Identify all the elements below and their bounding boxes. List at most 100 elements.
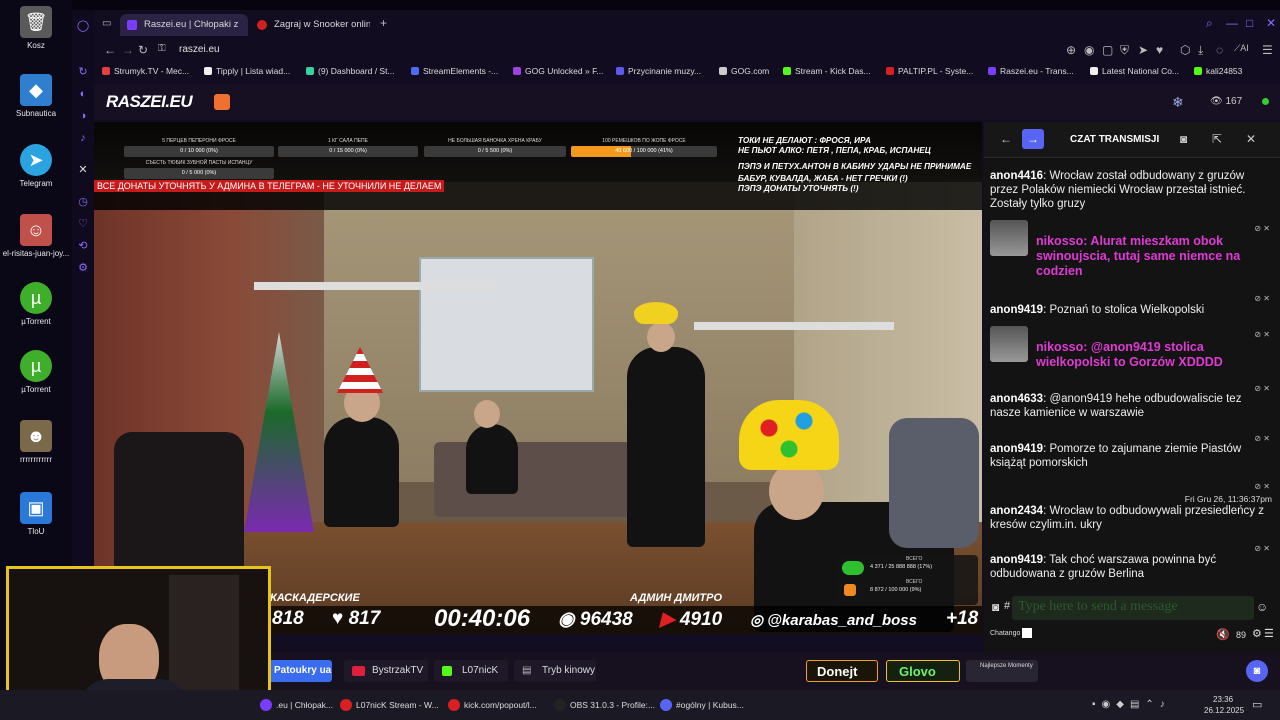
bookmark-6[interactable]: GOG.com	[719, 66, 769, 76]
new-tab-icon[interactable]: +	[380, 16, 387, 30]
close-window-icon[interactable]: ✕	[1266, 16, 1276, 30]
snowflake-icon[interactable]: ❄	[1172, 94, 1184, 111]
message-timestamp: Fri Gru 26, 11:36:37pm	[1184, 494, 1272, 504]
site-logo[interactable]: RASZEI.EU	[106, 92, 193, 112]
video-player[interactable]: 5 ПЕРЦЕВ ПЕПЕРОНИ ФРОСЕ 0 / 10 000 (0%) …	[94, 122, 982, 634]
taskbar-item-obs[interactable]: OBS 31.0.3 - Profile:...	[552, 696, 655, 714]
share-icon[interactable]: ⟲	[75, 238, 91, 254]
bookmark-1[interactable]: Tipply | Lista wiad...	[204, 66, 290, 76]
notifications-icon[interactable]: ▭	[1252, 698, 1262, 711]
bookmark-5[interactable]: Przycinanie muzy...	[616, 66, 701, 76]
minimize-icon[interactable]: —	[1226, 16, 1238, 30]
settings-icon[interactable]: ⚙	[75, 260, 91, 276]
hash-icon[interactable]: #	[1004, 600, 1010, 612]
shield-icon[interactable]: ⛨	[1120, 43, 1129, 58]
forward-icon[interactable]: →	[122, 43, 134, 57]
opera-logo-icon[interactable]: ◯	[75, 18, 91, 34]
tray-icons[interactable]: ▪◉◆▤⌃♪	[1092, 699, 1171, 710]
desktop-icon-utorrent-2[interactable]: µ µTorrent	[2, 350, 70, 395]
instagram-icon: ◎	[750, 612, 764, 629]
glovo-button[interactable]: Glovo	[886, 660, 960, 682]
emoji-icon[interactable]: ☺	[1256, 600, 1268, 614]
mute-icon[interactable]: 🔇	[1216, 628, 1230, 641]
history-icon[interactable]: ↻	[75, 64, 91, 80]
desktop-icon-image[interactable]: ☺ el-risitas-juan-joy...	[2, 214, 70, 259]
desktop-icon-image-2[interactable]: ☻ rrrrrrrrrrrr	[2, 420, 70, 465]
profile-icon[interactable]: ◌	[1216, 43, 1223, 57]
extensions-icon[interactable]: ⬡	[1180, 43, 1190, 57]
chat-panel: ← → CZAT TRANSMISJI ◙ ⇱ ✕ anon4416: Wroc…	[984, 122, 1280, 652]
clock-date[interactable]: 26.12.2025	[1204, 706, 1244, 715]
desktop-icon-telegram[interactable]: ➤ Telegram	[2, 144, 70, 189]
heart-bookmark-icon[interactable]: ♥	[1156, 43, 1163, 57]
message-actions-icon[interactable]: ⊘ ✕	[1254, 224, 1270, 233]
bookmark-7[interactable]: Stream - Kick Das...	[783, 66, 871, 76]
menu-icon[interactable]: ☰	[1262, 43, 1273, 57]
camera-icon[interactable]: ◉	[1084, 43, 1094, 57]
desktop-icon-trash[interactable]: 🗑 Kosz	[2, 6, 70, 51]
best-moments-button[interactable]: Najlepsze Momenty	[966, 660, 1038, 682]
address-bar: ← → ↻ ⚿ raszei.eu ⊕ ◉ ▢ ⛨ ➤ ♥ ⬡ ⤓ ◌ ⟋AI …	[94, 38, 1280, 62]
chatango-icon[interactable]	[1022, 628, 1032, 638]
download-icon[interactable]: ⤓	[1198, 43, 1203, 58]
l07nick-button[interactable]: L07nicK	[434, 660, 508, 682]
music-icon[interactable]: ♪	[75, 130, 91, 146]
bookmark-9[interactable]: Raszei.eu - Trans...	[988, 66, 1074, 76]
chat-forward-icon[interactable]: →	[1022, 129, 1044, 149]
bookmark-2[interactable]: (9) Dashboard / St...	[306, 66, 395, 76]
site-footer: Patoukry ua BystrzakTV L07nicK ▤ Tryb kin…	[94, 652, 1280, 690]
chat-input[interactable]: Type here to send a message	[1012, 596, 1254, 620]
message-actions-icon[interactable]: ⊘ ✕	[1254, 294, 1270, 303]
message-actions-icon[interactable]: ⊘ ✕	[1254, 544, 1270, 553]
x-icon[interactable]: ✕	[75, 162, 91, 178]
menu-icon[interactable]: ☰	[1264, 627, 1274, 640]
zoom-icon[interactable]: ⊕	[1066, 43, 1076, 57]
chat-back-icon[interactable]: ←	[1000, 132, 1012, 146]
avatar[interactable]	[990, 220, 1028, 256]
reload-icon[interactable]: ↻	[138, 43, 148, 57]
desktop-icon-subnautica[interactable]: ◆ Subnautica	[2, 74, 70, 119]
cinema-mode-button[interactable]: ▤ Tryb kinowy	[514, 660, 596, 682]
taskbar-item-l07nick[interactable]: L07nicK Stream - W...	[338, 696, 439, 714]
tab-overview-icon[interactable]: ▭	[102, 18, 111, 29]
popout-icon[interactable]: ⇱	[1212, 132, 1222, 146]
messenger-icon[interactable]: ◑	[75, 108, 91, 124]
chatango-label[interactable]: Chatango	[990, 630, 1020, 637]
discord-icon[interactable]: ◙	[1180, 132, 1187, 146]
tab-raszei[interactable]: Raszei.eu | Chłopaki z	[120, 14, 248, 36]
heart-icon[interactable]: ♡	[75, 216, 91, 232]
patoukry-button[interactable]: Patoukry ua	[266, 660, 332, 682]
bookmark-10[interactable]: Latest National Co...	[1090, 66, 1179, 76]
clock-time[interactable]: 23:36	[1213, 695, 1233, 704]
taskbar-item-raszei[interactable]: .eu | Chłopak...	[258, 696, 333, 714]
ai-icon[interactable]: ◐	[75, 86, 91, 102]
settings-icon[interactable]: ⚙	[1252, 627, 1262, 640]
bookmark-11[interactable]: kali24853	[1194, 66, 1242, 76]
clock-icon[interactable]: ◷	[75, 194, 91, 210]
bookmark-3[interactable]: StreamElements -...	[411, 66, 498, 76]
taskbar-item-kick[interactable]: kick.com/popout/l...	[446, 696, 537, 714]
desktop-icon-utorrent-1[interactable]: µ µTorrent	[2, 282, 70, 327]
chat-close-icon[interactable]: ✕	[1246, 132, 1256, 146]
bookmark-4[interactable]: GOG Unlocked » F...	[513, 66, 603, 76]
discord-float-icon[interactable]: ◙	[1246, 660, 1268, 682]
bookmark-8[interactable]: PALTIP.PL - Syste...	[886, 66, 973, 76]
tab-snooker[interactable]: Zagraj w Snooker online za	[250, 14, 370, 36]
camera-icon[interactable]: ◙	[992, 600, 999, 614]
taskbar-item-discord[interactable]: #ogólny | Kubus...	[658, 696, 744, 714]
url-field[interactable]: raszei.eu	[179, 44, 220, 55]
bystrzak-button[interactable]: BystrzakTV	[344, 660, 428, 682]
back-icon[interactable]: ←	[104, 43, 116, 57]
send-icon[interactable]: ➤	[1138, 43, 1148, 57]
maximize-icon[interactable]: □	[1246, 16, 1253, 30]
message-actions-icon[interactable]: ⊘ ✕	[1254, 330, 1270, 339]
search-tabs-icon[interactable]: ⌕	[1206, 16, 1213, 31]
snapshot-icon[interactable]: ▢	[1102, 43, 1113, 57]
avatar[interactable]	[990, 326, 1028, 362]
message-actions-icon[interactable]: ⊘ ✕	[1254, 482, 1270, 491]
desktop-icon-tlou[interactable]: ▣ TloU	[2, 492, 70, 537]
security-icon[interactable]: ⚿	[158, 43, 166, 54]
bookmark-0[interactable]: Strumyk.TV - Mec...	[102, 66, 189, 76]
donate-button[interactable]: Donejt	[806, 660, 878, 682]
aria-ai-icon[interactable]: ⟋AI	[1234, 43, 1249, 54]
